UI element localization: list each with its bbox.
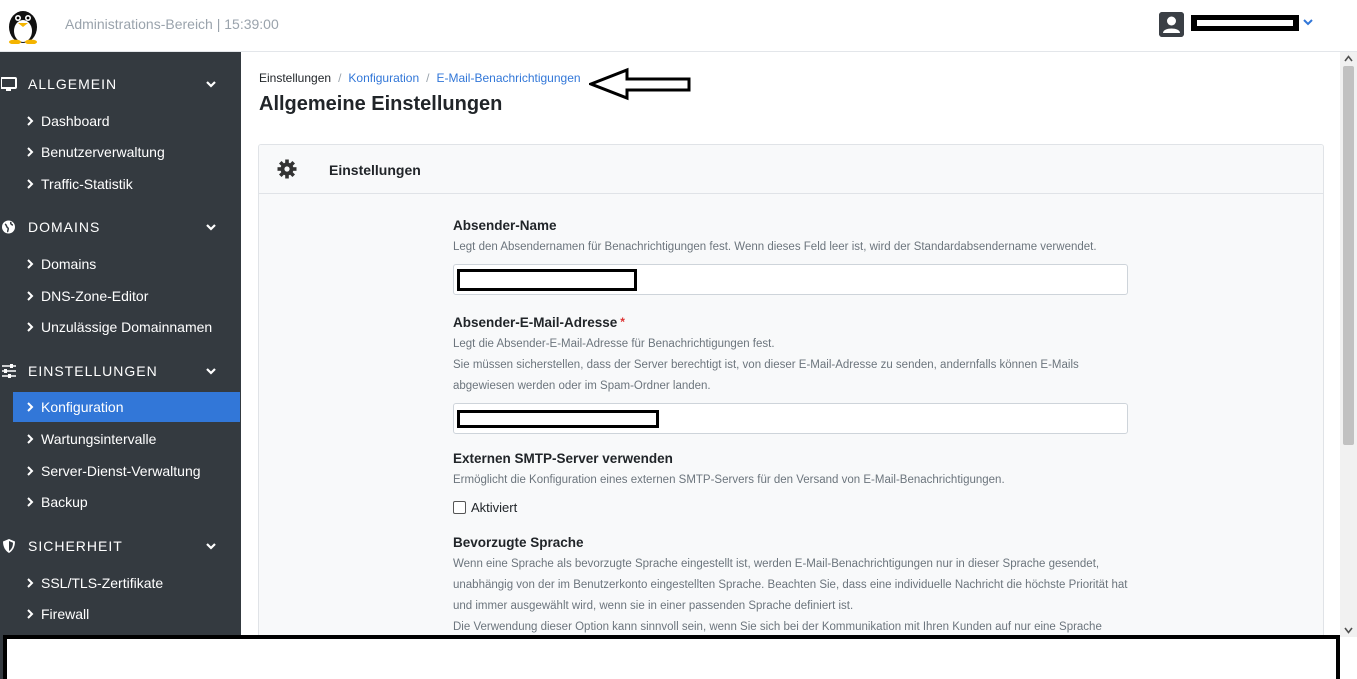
sidebar-item-label: DNS-Zone-Editor [41, 288, 149, 304]
breadcrumb-item-konfiguration[interactable]: Konfiguration [348, 71, 419, 85]
sender-email-label-text: Absender-E-Mail-Adresse [453, 315, 618, 330]
sidebar-item-server-dienst-verwaltung[interactable]: Server-Dienst-Verwaltung [13, 456, 240, 486]
sidebar-section-sicherheit[interactable]: SICHERHEIT [0, 531, 241, 561]
scroll-up-icon[interactable] [1344, 55, 1353, 62]
redacted-value [457, 410, 659, 428]
sidebar-item-dns-zone-editor[interactable]: DNS-Zone-Editor [13, 281, 240, 311]
card-title: Einstellungen [329, 162, 421, 178]
sidebar-item-label: SSL/TLS-Zertifikate [41, 575, 164, 591]
sidebar-item-label: Wartungsintervalle [41, 431, 157, 447]
sidebar-item-label: Backup [41, 494, 88, 510]
sidebar-item-label: Konfiguration [41, 399, 124, 415]
sidebar-item-label: Unzulässige Domainnamen [41, 319, 213, 335]
redacted-value [457, 269, 637, 291]
breadcrumb-item-email-benachrichtigungen[interactable]: E-Mail-Benachrichtigungen [436, 71, 580, 85]
sidebar-item-benutzerverwaltung[interactable]: Benutzerverwaltung [13, 137, 240, 167]
sender-email-label: Absender-E-Mail-Adresse * [453, 315, 625, 330]
scroll-down-icon[interactable] [1344, 627, 1353, 634]
sidebar-item-unzulaessige-domainnamen[interactable]: Unzulässige Domainnamen [13, 312, 240, 342]
sender-email-help: Legt die Absender-E-Mail-Adresse für Ben… [453, 338, 1079, 392]
chevron-down-icon[interactable] [1302, 16, 1314, 28]
sender-email-input[interactable] [453, 403, 1128, 434]
sidebar-section-einstellungen[interactable]: EINSTELLUNGEN [0, 356, 241, 386]
breadcrumb-item-einstellungen: Einstellungen [259, 70, 332, 85]
chevron-down-icon [206, 224, 216, 231]
sidebar-item-label: Dashboard [41, 113, 110, 129]
penguin-logo-icon[interactable] [6, 6, 40, 44]
chevron-right-icon [27, 322, 34, 332]
sidebar-item-label: Benutzerverwaltung [41, 144, 165, 160]
required-marker: * [620, 315, 625, 329]
redacted-area [3, 635, 1340, 679]
smtp-enabled-label[interactable]: Aktiviert [471, 500, 517, 515]
sidebar-item-wartungsintervalle[interactable]: Wartungsintervalle [13, 424, 240, 454]
sidebar-item-ssl-tls-zertifikate[interactable]: SSL/TLS-Zertifikate [13, 568, 240, 598]
chevron-right-icon [27, 116, 34, 126]
chevron-right-icon [27, 402, 34, 412]
chevron-right-icon [27, 434, 34, 444]
header-title: Administrations-Bereich | 15:39:00 [65, 16, 279, 32]
sidebar-item-domains[interactable]: Domains [13, 249, 240, 279]
sidebar-item-dashboard[interactable]: Dashboard [13, 106, 240, 136]
sidebar-item-firewall[interactable]: Firewall [13, 599, 240, 629]
breadcrumb-separator: / [426, 70, 430, 85]
page-title: Allgemeine Einstellungen [259, 93, 503, 115]
card-header: Einstellungen [259, 145, 1323, 194]
smtp-enabled-checkbox[interactable] [453, 501, 466, 514]
sidebar-section-allgemein[interactable]: ALLGEMEIN [0, 69, 241, 99]
smtp-help: Ermöglicht die Konfiguration eines exter… [453, 474, 1005, 486]
user-icon[interactable] [1159, 12, 1184, 37]
sidebar-section-label: DOMAINS [28, 219, 101, 235]
sidebar-section-label: EINSTELLUNGEN [28, 363, 158, 379]
sidebar-item-label: Server-Dienst-Verwaltung [41, 463, 201, 479]
breadcrumb: Einstellungen / Konfiguration / E-Mail-Benac… [259, 70, 581, 85]
sliders-icon [2, 364, 16, 378]
sidebar-section-domains[interactable]: DOMAINS [0, 212, 241, 242]
sidebar-item-label: Firewall [41, 606, 90, 622]
sidebar-item-konfiguration[interactable]: Konfiguration [13, 392, 240, 422]
chevron-right-icon [27, 259, 34, 269]
chevron-right-icon [27, 291, 34, 301]
chevron-right-icon [27, 497, 34, 507]
annotation-arrow-icon [589, 67, 691, 101]
sender-name-input[interactable] [453, 264, 1128, 295]
chevron-right-icon [27, 578, 34, 588]
chevron-right-icon [27, 609, 34, 619]
shield-icon [3, 539, 15, 553]
sender-name-help: Legt den Absendernamen für Benachrichtig… [453, 241, 1097, 253]
sidebar-item-label: Traffic-Statistik [41, 176, 133, 192]
sidebar-section-label: SICHERHEIT [28, 538, 123, 554]
top-bar: Administrations-Bereich | 15:39:00 [0, 0, 1357, 52]
language-label: Bevorzugte Sprache [453, 535, 584, 550]
sidebar-item-traffic-statistik[interactable]: Traffic-Statistik [13, 169, 240, 199]
chevron-down-icon [206, 81, 216, 88]
language-help: Wenn eine Sprache als bevorzugte Sprache… [453, 558, 1128, 633]
breadcrumb-separator: / [338, 70, 342, 85]
user-name-redacted[interactable] [1191, 15, 1299, 31]
chevron-right-icon [27, 466, 34, 476]
sidebar-section-label: ALLGEMEIN [28, 76, 118, 92]
sidebar: ALLGEMEIN Dashboard Benutzerverwaltung T… [0, 52, 241, 679]
monitor-icon [1, 77, 17, 91]
chevron-right-icon [27, 147, 34, 157]
sidebar-item-label: Domains [41, 256, 97, 272]
chevron-down-icon [206, 368, 216, 375]
sender-name-label: Absender-Name [453, 218, 557, 233]
chevron-down-icon [206, 543, 216, 550]
globe-icon [2, 220, 15, 234]
gear-icon [277, 159, 297, 179]
scrollbar-thumb[interactable] [1343, 66, 1354, 445]
chevron-right-icon [27, 179, 34, 189]
page-scrollbar[interactable] [1340, 52, 1357, 637]
sidebar-item-backup[interactable]: Backup [13, 487, 240, 517]
smtp-label: Externen SMTP-Server verwenden [453, 451, 673, 466]
